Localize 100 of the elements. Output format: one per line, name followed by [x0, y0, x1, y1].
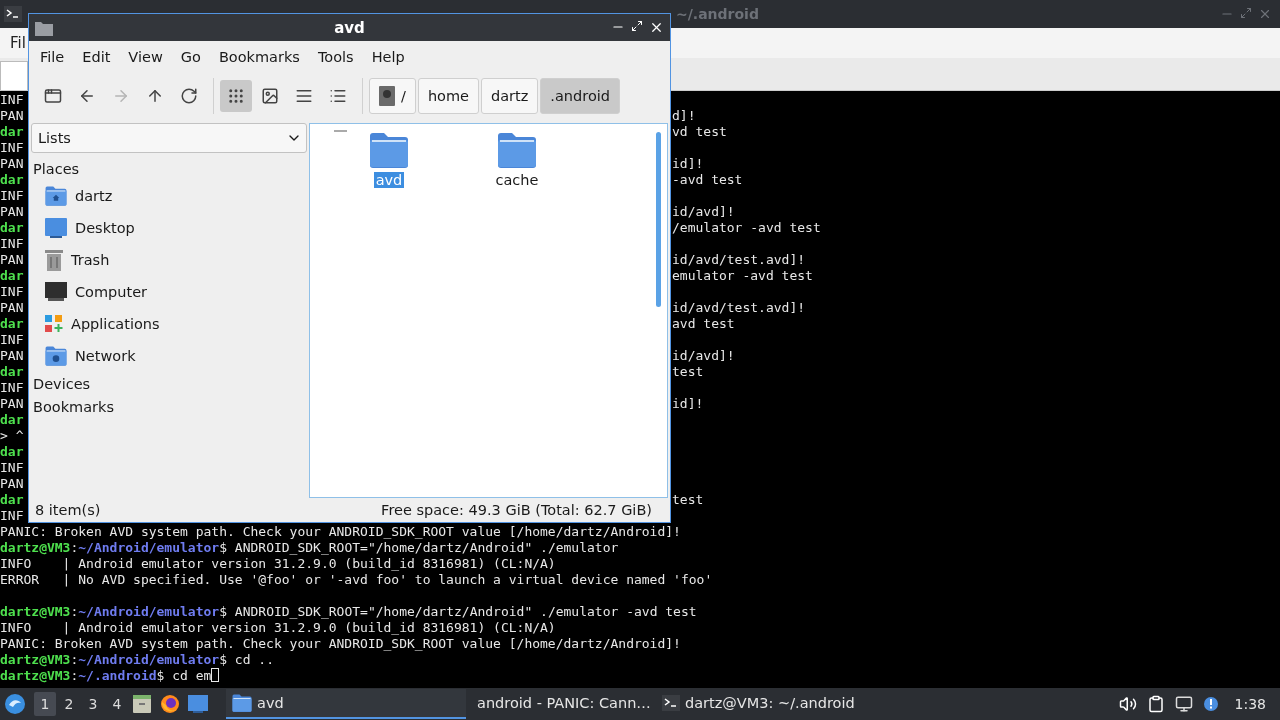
window-title: ~/.android [676, 6, 759, 22]
terminal-line-fragment: INF [0, 508, 25, 524]
terminal-line: PANIC: Broken AVD system path. Check your ANDROID_SDK_ROOT value [/home/dartz/Android]! [0, 524, 681, 540]
window-title: avd [334, 18, 365, 37]
task-button[interactable]: avd [226, 689, 466, 719]
terminal-line-fragment: dar [0, 124, 25, 140]
menu-item[interactable]: Help [364, 49, 412, 65]
task-button[interactable]: dartz@VM3: ~/.android [656, 689, 906, 719]
desktop-icon [45, 218, 67, 238]
workspace-button[interactable]: 4 [106, 692, 128, 716]
trash-icon [45, 249, 63, 271]
workspace-button[interactable]: 3 [82, 692, 104, 716]
sidebar-section-title: Places [33, 160, 80, 177]
menu-item[interactable]: File [33, 49, 72, 65]
home-folder-icon [45, 186, 67, 206]
sidebar-item[interactable]: dartz [31, 180, 307, 212]
terminal-icon [662, 695, 680, 711]
sidebar-item[interactable]: Network [31, 340, 307, 372]
network-icon[interactable] [1174, 695, 1193, 713]
applications-icon [45, 315, 63, 333]
sidebar-item[interactable]: Applications [31, 308, 307, 340]
menu-item[interactable]: Bookmarks [211, 49, 307, 65]
terminal-line-fragment: id/avd/test.avd]! [672, 300, 806, 316]
terminal-line-fragment: INF [0, 188, 25, 204]
image-icon [261, 87, 279, 105]
close-icon[interactable] [649, 20, 664, 35]
clock[interactable]: 1:38 [1234, 696, 1266, 712]
terminal-line-fragment: dar [0, 364, 25, 380]
terminal-line-fragment: avd test [672, 316, 735, 332]
reload-icon [180, 87, 198, 105]
maximize-icon[interactable] [631, 20, 643, 32]
menu-item[interactable]: Go [173, 49, 208, 65]
menu-item[interactable]: Tools [310, 49, 361, 65]
menu-item[interactable]: Fil [10, 34, 26, 52]
terminal-line-fragment: /emulator -avd test [672, 220, 821, 236]
terminal-line-fragment: PAN [0, 476, 25, 492]
grid-icon [227, 87, 245, 105]
new-tab-icon [44, 87, 62, 105]
terminal-line-fragment: dar [0, 268, 25, 284]
terminal-line-fragment: dar [0, 412, 25, 428]
terminal-line-fragment: INF [0, 332, 25, 348]
terminal-line-fragment: PAN [0, 204, 25, 220]
terminal-line-fragment: id/avd]! [672, 204, 735, 220]
path-button[interactable]: dartz [481, 78, 539, 114]
list-icon [329, 87, 347, 105]
path-button[interactable]: / [369, 78, 416, 114]
terminal-line-fragment: dar [0, 492, 25, 508]
terminal-line-fragment: PAN [0, 300, 25, 316]
terminal-line: PANIC: Broken AVD system path. Check your ANDROID_SDK_ROOT value [/home/dartz/Android]! [0, 636, 681, 652]
terminal-line-fragment: INF [0, 140, 25, 156]
network-folder-icon [45, 346, 67, 366]
task-button[interactable]: android - PANIC: Cann… [466, 689, 656, 719]
sidebar-item[interactable]: Trash [31, 244, 307, 276]
view-button[interactable] [220, 80, 252, 112]
terminal-line: INFO | Android emulator version 31.2.9.0 (build_id 8316981) (CL:N/A) [0, 556, 556, 572]
terminal-line-fragment: id]! [672, 396, 704, 412]
sidebar-dropdown[interactable]: Lists [31, 123, 307, 153]
workspace-button[interactable]: 1 [34, 692, 56, 716]
desktop-icon [188, 695, 208, 713]
sidebar-item[interactable]: Desktop [31, 212, 307, 244]
terminal-line-fragment: test [672, 492, 704, 508]
item-count: 8 item(s) [35, 502, 101, 518]
scrollbar[interactable] [656, 132, 661, 307]
terminal-line-fragment: INF [0, 236, 25, 252]
terminal-prompt-line: dartz@VM3:~/Android/emulator$ ANDROID_SDK_ROOT="/home/dartz/Android" ./emulator -avd test [0, 604, 697, 620]
terminal-line-fragment: INF [0, 380, 25, 396]
terminal-icon [4, 6, 22, 22]
terminal-line-fragment: PAN [0, 108, 25, 124]
terminal-prompt-line: dartz@VM3:~/Android/emulator$ ANDROID_SDK_ROOT="/home/dartz/Android" ./emulator [0, 540, 619, 556]
path-button[interactable]: home [417, 78, 479, 114]
sidebar-section-title: Bookmarks [33, 398, 114, 415]
terminal-line-fragment: PAN [0, 396, 25, 412]
terminal-line-fragment: dar [0, 444, 25, 460]
workspace-button[interactable]: 2 [58, 692, 80, 716]
terminal-line-fragment: id/avd]! [672, 348, 735, 364]
computer-icon [45, 282, 67, 302]
terminal-line-fragment: vd test [672, 124, 727, 140]
terminal-line-fragment: INF [0, 92, 25, 108]
menu-item[interactable]: View [121, 49, 170, 65]
lines-icon [295, 87, 313, 105]
terminal-line-fragment: PAN [0, 348, 25, 364]
terminal-line-fragment: PAN [0, 252, 25, 268]
file-name[interactable]: cache [493, 172, 541, 188]
terminal-prompt-line: dartz@VM3:~/Android/emulator$ cd .. [0, 652, 274, 668]
terminal-line: ERROR | No AVD specified. Use '@foo' or '-avd foo' to launch a virtual device named 'foo' [0, 572, 713, 588]
free-space: Free space: 49.3 GiB (Total: 62.7 GiB) [381, 502, 652, 518]
terminal-line-fragment: dar [0, 316, 25, 332]
clipboard-icon[interactable] [1146, 695, 1165, 713]
menu-item[interactable]: Edit [75, 49, 118, 65]
start-menu-icon[interactable] [4, 693, 26, 715]
terminal-line-fragment: -avd test [672, 172, 743, 188]
path-button[interactable]: .android [540, 78, 620, 114]
sidebar-section-title: Devices [33, 375, 91, 392]
volume-icon[interactable] [1118, 695, 1137, 713]
folder-icon [35, 19, 53, 36]
sidebar-item[interactable]: Computer [31, 276, 307, 308]
notification-icon[interactable] [1202, 696, 1219, 712]
terminal-line-fragment: INF [0, 460, 25, 476]
terminal-line-fragment: dar [0, 172, 25, 188]
terminal-line-fragment: d]! [672, 108, 696, 124]
